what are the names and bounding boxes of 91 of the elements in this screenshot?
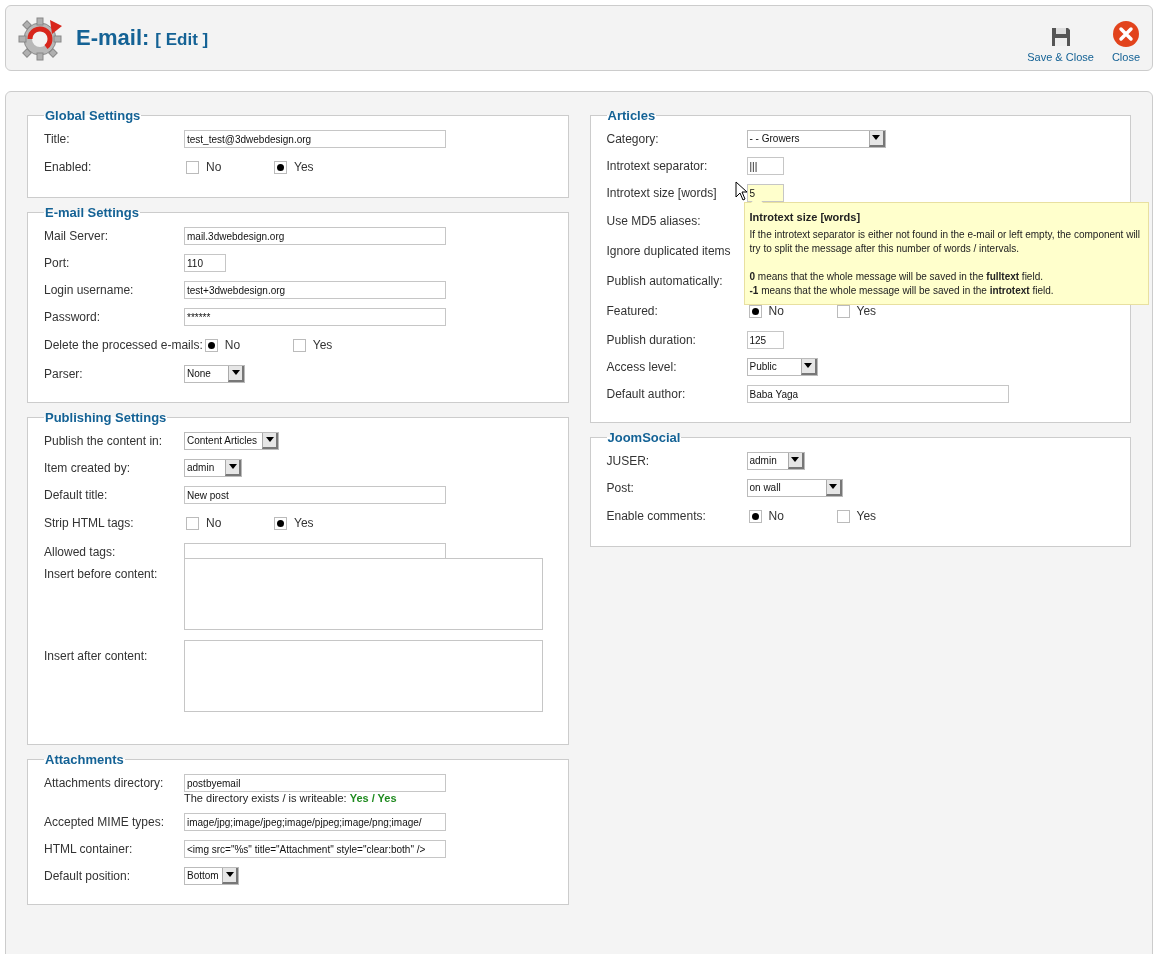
page-subtitle: [ Edit ] <box>155 29 209 50</box>
field-label: Attachments directory: <box>44 775 164 790</box>
field-label: Title: <box>44 131 70 146</box>
radio-label: Yes <box>294 516 314 530</box>
field-label: HTML container: <box>44 841 133 856</box>
field-label: Publish the content in: <box>44 433 163 448</box>
radio-label: No <box>768 509 784 523</box>
radio-label: No <box>224 338 241 352</box>
radio-label: No <box>768 304 784 318</box>
field-label: Publish duration: <box>606 332 696 347</box>
field-label: Insert before content: <box>44 566 158 581</box>
group-title: Articles <box>606 108 657 123</box>
field-label: Ignore duplicated items <box>606 244 731 258</box>
text-field[interactable]: 125 <box>746 330 784 349</box>
field-label: Introtext size [words] <box>606 185 717 200</box>
radio-label: No <box>206 516 222 530</box>
field-label: Use MD5 aliases: <box>606 214 701 228</box>
group-title: E-mail Settings <box>44 205 140 220</box>
field-label: Strip HTML tags: <box>44 516 134 530</box>
radio-label: No <box>206 160 222 174</box>
field-label: Insert after content: <box>44 648 148 663</box>
close-icon <box>1111 20 1140 48</box>
field-label: Enabled: <box>44 160 92 174</box>
dropdown[interactable]: on wall <box>746 478 843 497</box>
field-label: Post: <box>606 480 634 495</box>
text-area[interactable] <box>184 640 543 712</box>
field-label: Accepted MIME types: <box>44 814 165 829</box>
radio-button[interactable] <box>204 338 218 352</box>
text-field[interactable]: image/jpg;image/jpeg;image/pjpeg;image/png;image/ <box>184 812 446 831</box>
radio-label: Yes <box>856 509 877 523</box>
text-field[interactable]: <img src="%s" title="Attachment" style="clear:both" /> <box>184 839 446 858</box>
dropdown[interactable]: admin <box>746 451 805 470</box>
field-label: Password: <box>44 309 101 324</box>
mouse-cursor-icon <box>734 181 749 201</box>
field-label: Item created by: <box>44 460 131 475</box>
text-field[interactable]: 110 <box>184 253 226 272</box>
text-field[interactable]: ||| <box>746 156 784 175</box>
radio-button[interactable] <box>274 516 287 530</box>
field-label: Port: <box>44 255 70 270</box>
directory-status: The directory exists / is writeable: Yes / Yes <box>184 792 397 804</box>
save-close-button[interactable]: Save & Close <box>1023 13 1098 63</box>
field-label: Allowed tags: <box>44 544 116 559</box>
field-label: Default author: <box>606 386 686 401</box>
field-label: Access level: <box>606 359 677 374</box>
field-label: Default title: <box>44 487 108 502</box>
text-field[interactable]: test+3dwebdesign.org <box>184 280 446 299</box>
tooltip-text: If the introtext separator is either not found in the e-mail or left empty, the component will try to split the message after this number of words / intervals. <box>749 228 1142 256</box>
dropdown[interactable]: Bottom <box>184 866 239 885</box>
field-label: JUSER: <box>606 453 650 468</box>
group-title: Global Settings <box>44 108 142 123</box>
dropdown[interactable]: - - Growers <box>746 129 886 148</box>
field-label: Category: <box>606 131 659 146</box>
field-label: Enable comments: <box>606 509 706 523</box>
group-title: Attachments <box>44 752 125 767</box>
field-label: Publish automatically: <box>606 274 723 288</box>
text-field[interactable]: New post <box>184 485 446 504</box>
gear-icon <box>16 14 64 62</box>
dropdown[interactable]: None <box>184 364 245 383</box>
tooltip-text: -1 means that the whole message will be saved in the introtext field. <box>749 284 1055 298</box>
text-field[interactable]: postbyemail <box>184 773 446 792</box>
field-label: Parser: <box>44 366 83 381</box>
radio-button[interactable] <box>836 509 850 523</box>
group-title: Publishing Settings <box>44 410 168 425</box>
dropdown[interactable]: admin <box>184 458 242 477</box>
radio-label: Yes <box>312 338 333 352</box>
group-title: JoomSocial <box>606 430 682 445</box>
text-area[interactable] <box>184 558 543 630</box>
close-button[interactable]: Close <box>1107 13 1144 63</box>
field-label: Delete the processed e-mails: <box>44 338 203 352</box>
dropdown[interactable]: Content Articles <box>184 431 279 450</box>
dropdown[interactable]: Public <box>746 357 818 376</box>
tooltip-text: 0 means that the whole message will be saved in the fulltext field. <box>749 270 1044 284</box>
radio-button[interactable] <box>748 509 762 523</box>
field-label: Introtext separator: <box>606 158 708 173</box>
field-label: Mail Server: <box>44 228 108 243</box>
radio-label: Yes <box>294 160 314 174</box>
radio-button[interactable] <box>186 160 199 174</box>
field-label: Default position: <box>44 868 131 883</box>
text-field[interactable]: test_test@3dwebdesign.org <box>184 129 446 148</box>
text-field[interactable]: 5 <box>746 183 784 202</box>
radio-button[interactable] <box>186 516 199 530</box>
field-label: Featured: <box>606 304 658 318</box>
radio-button[interactable] <box>274 160 287 174</box>
text-field[interactable]: mail.3dwebdesign.org <box>184 226 446 245</box>
page-title: E-mail: <box>76 25 150 51</box>
text-field[interactable]: ****** <box>184 307 446 326</box>
field-label: Login username: <box>44 282 134 297</box>
radio-button[interactable] <box>292 338 306 352</box>
text-field[interactable]: Baba Yaga <box>746 384 1009 403</box>
radio-label: Yes <box>856 304 877 318</box>
tooltip-title: Introtext size [words] <box>749 211 862 223</box>
